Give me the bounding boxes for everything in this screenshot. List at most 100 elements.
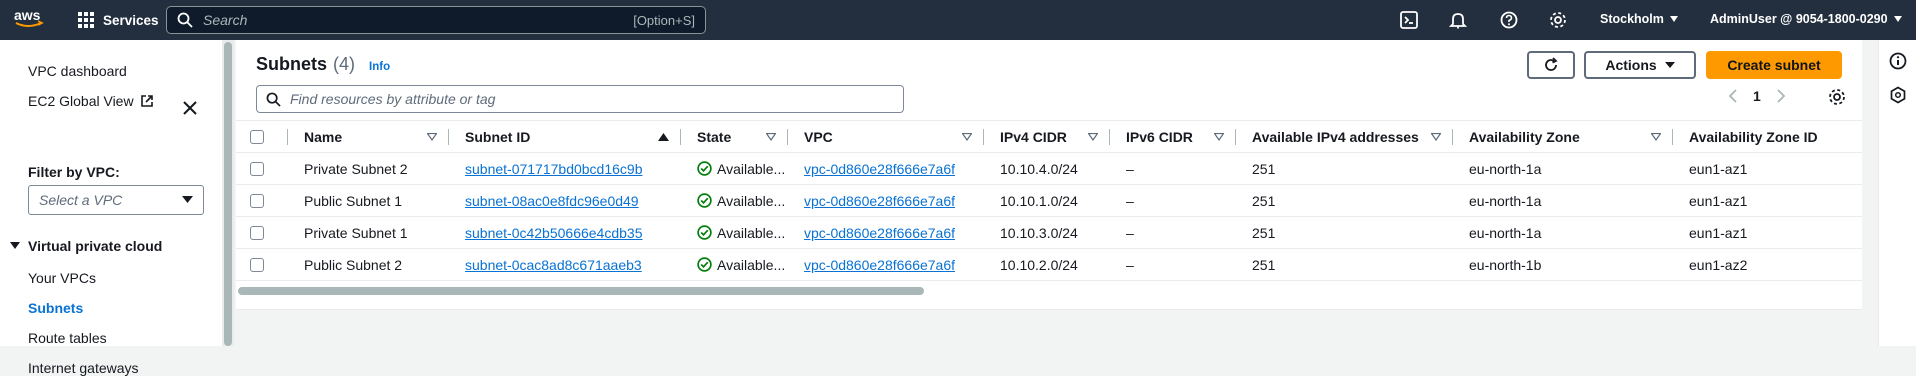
subnet-id-link[interactable]: subnet-0cac8ad8c671aaeb3: [465, 257, 642, 273]
scrollbar-thumb[interactable]: [224, 42, 232, 346]
column-header-vpc[interactable]: VPC: [788, 120, 984, 153]
check-circle-icon: [697, 257, 712, 272]
resource-filter-input[interactable]: [290, 91, 894, 107]
cell-az: eu-north-1b: [1453, 248, 1673, 281]
subnet-id-link[interactable]: subnet-071717bd0bcd16c9b: [465, 161, 643, 177]
column-header-ipv4-cidr[interactable]: IPv4 CIDR: [984, 120, 1110, 153]
sidebar-item-subnets[interactable]: Subnets: [28, 300, 83, 316]
refresh-icon: [1543, 57, 1559, 73]
row-checkbox[interactable]: [250, 161, 264, 176]
cell-available-ips: 251: [1236, 184, 1453, 217]
table-row[interactable]: Public Subnet 2 subnet-0cac8ad8c671aaeb3…: [236, 248, 1862, 281]
cloudshell-icon[interactable]: [1399, 10, 1419, 30]
row-checkbox[interactable]: [250, 257, 264, 272]
scrollbar-thumb[interactable]: [238, 287, 924, 295]
table-horizontal-scrollbar[interactable]: [238, 286, 1862, 296]
svg-text:aws: aws: [14, 7, 41, 23]
nav-vpc-dashboard[interactable]: VPC dashboard: [28, 63, 127, 79]
external-link-icon: [140, 94, 154, 108]
vpc-link[interactable]: vpc-0d860e28f666e7a6f: [804, 193, 955, 209]
vpc-link[interactable]: vpc-0d860e28f666e7a6f: [804, 225, 955, 241]
column-header-ipv6-cidr[interactable]: IPv6 CIDR: [1110, 120, 1236, 153]
caret-down-icon: [10, 242, 20, 250]
subnet-count: (4): [333, 54, 356, 74]
refresh-button[interactable]: [1527, 51, 1575, 79]
select-all-checkbox[interactable]: [250, 129, 264, 144]
row-checkbox[interactable]: [250, 225, 264, 240]
table-header-row: Name Subnet ID State VPC IPv4 CIDR IPv6 …: [236, 120, 1862, 153]
state-available: Available...: [697, 161, 788, 177]
settings-gear-icon[interactable]: [1548, 10, 1568, 30]
region-label: Stockholm: [1600, 12, 1664, 26]
chevron-right-icon[interactable]: [1775, 89, 1787, 103]
sort-icon: [962, 132, 972, 141]
help-icon[interactable]: [1499, 10, 1519, 30]
column-header-name[interactable]: Name: [288, 120, 449, 153]
close-icon[interactable]: [183, 101, 197, 115]
global-search[interactable]: [Option+S]: [166, 6, 706, 34]
cell-ipv6: –: [1110, 152, 1236, 185]
sort-icon: [766, 132, 776, 141]
column-header-state[interactable]: State: [681, 120, 788, 153]
resource-filter[interactable]: [256, 85, 904, 113]
column-header-availability-zone[interactable]: Availability Zone: [1453, 120, 1673, 153]
hexagon-icon[interactable]: [1889, 86, 1907, 104]
chevron-left-icon[interactable]: [1727, 89, 1739, 103]
sidebar-scrollbar[interactable]: [222, 40, 234, 346]
search-icon: [177, 12, 193, 28]
vpc-link[interactable]: vpc-0d860e28f666e7a6f: [804, 257, 955, 273]
page-number[interactable]: 1: [1753, 88, 1761, 104]
services-menu[interactable]: Services: [78, 9, 159, 31]
column-header-subnet-id[interactable]: Subnet ID: [449, 120, 681, 153]
search-input[interactable]: [203, 12, 634, 28]
column-label: IPv6 CIDR: [1126, 128, 1193, 145]
cell-ipv4: 10.10.3.0/24: [984, 216, 1110, 249]
actions-label: Actions: [1605, 57, 1657, 73]
table-row[interactable]: Private Subnet 2 subnet-071717bd0bcd16c9…: [236, 152, 1862, 185]
column-label: VPC: [804, 128, 833, 145]
utility-panel: [1878, 40, 1916, 346]
table-preferences-gear-icon[interactable]: [1828, 88, 1846, 106]
cell-available-ips: 251: [1236, 152, 1453, 185]
info-link[interactable]: Info: [369, 61, 390, 73]
notifications-icon[interactable]: [1448, 10, 1468, 30]
section-label: Virtual private cloud: [28, 238, 163, 254]
account-menu[interactable]: AdminUser @ 9054-1800-0290: [1710, 12, 1902, 26]
table-row[interactable]: Private Subnet 1 subnet-0c42b50666e4cdb3…: [236, 216, 1862, 249]
cell-name: Private Subnet 2: [288, 152, 449, 185]
sidebar-item-internet-gateways[interactable]: Internet gateways: [28, 360, 139, 376]
nav-ec2-global-view[interactable]: EC2 Global View: [28, 93, 154, 109]
column-label: Subnet ID: [465, 128, 531, 145]
sidebar-item-route-tables[interactable]: Route tables: [28, 330, 107, 346]
state-label: Available...: [717, 192, 786, 209]
vpc-filter-select[interactable]: Select a VPC: [28, 185, 204, 215]
subnet-id-link[interactable]: subnet-0c42b50666e4cdb35: [465, 225, 643, 241]
vpc-filter-placeholder: Select a VPC: [39, 192, 123, 208]
aws-logo[interactable]: aws: [13, 7, 45, 29]
caret-down-icon: [182, 196, 193, 204]
section-virtual-private-cloud[interactable]: Virtual private cloud: [10, 238, 162, 254]
column-header-availability-zone-id[interactable]: Availability Zone ID: [1673, 120, 1862, 153]
info-circle-icon[interactable]: [1889, 52, 1907, 70]
subnet-id-link[interactable]: subnet-08ac0e8fdc96e0d49: [465, 193, 639, 209]
column-label: IPv4 CIDR: [1000, 128, 1067, 145]
region-selector[interactable]: Stockholm: [1600, 12, 1678, 26]
cell-az: eu-north-1a: [1453, 184, 1673, 217]
vpc-link[interactable]: vpc-0d860e28f666e7a6f: [804, 161, 955, 177]
sidebar-item-your-vpcs[interactable]: Your VPCs: [28, 270, 96, 286]
row-checkbox[interactable]: [250, 193, 264, 208]
state-available: Available...: [697, 193, 788, 209]
table-row[interactable]: Public Subnet 1 subnet-08ac0e8fdc96e0d49…: [236, 184, 1862, 217]
subnets-table: Name Subnet ID State VPC IPv4 CIDR IPv6 …: [236, 120, 1862, 281]
services-label: Services: [103, 12, 159, 28]
create-subnet-button[interactable]: Create subnet: [1706, 51, 1842, 79]
column-label: Availability Zone: [1469, 128, 1580, 145]
actions-button[interactable]: Actions: [1584, 51, 1696, 79]
cell-az: eu-north-1a: [1453, 152, 1673, 185]
cell-ipv6: –: [1110, 184, 1236, 217]
search-icon: [266, 92, 281, 107]
cell-ipv4: 10.10.2.0/24: [984, 248, 1110, 281]
column-header-available-ipv4[interactable]: Available IPv4 addresses: [1236, 120, 1453, 153]
cell-ipv6: –: [1110, 248, 1236, 281]
sort-icon: [1214, 132, 1224, 141]
